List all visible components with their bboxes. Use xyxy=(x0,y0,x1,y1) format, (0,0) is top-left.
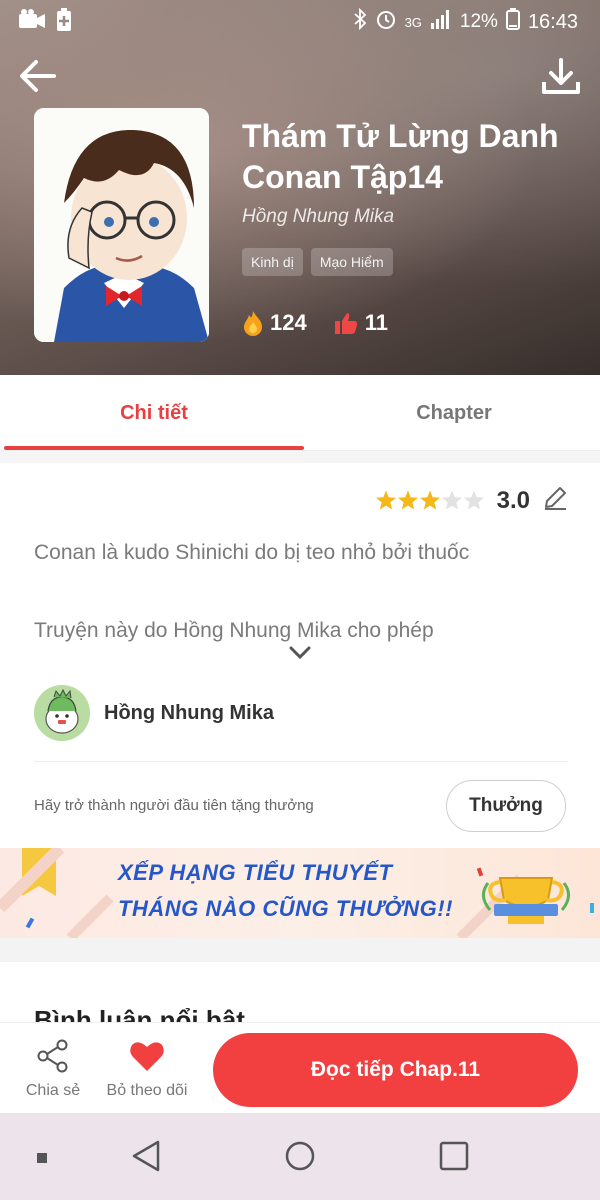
share-label: Chia sẻ xyxy=(25,1082,81,1099)
divider xyxy=(34,761,568,762)
book-title: Thám Tử Lừng Danh Conan Tập14 xyxy=(242,118,559,195)
battery-level: 12% xyxy=(459,11,498,32)
star-empty-icon[interactable] xyxy=(463,490,484,509)
nav-dot-icon xyxy=(36,1151,48,1169)
star-empty-icon[interactable] xyxy=(441,490,462,509)
tab-detail[interactable]: Chi tiết xyxy=(4,375,304,451)
avatar[interactable] xyxy=(34,685,90,741)
star-rating[interactable] xyxy=(375,489,485,513)
uploader-row[interactable]: Hồng Nhung Mika xyxy=(34,685,274,741)
description-line: Conan là kudo Shinichi do bị teo nhỏ bởi… xyxy=(34,541,470,564)
battery-icon xyxy=(505,8,520,36)
reward-button[interactable]: Thưởng xyxy=(446,780,566,832)
camera-icon xyxy=(18,8,46,37)
edit-icon[interactable] xyxy=(542,485,568,516)
fire-icon xyxy=(244,311,262,336)
banner-subtitle: THÁNG NÀO CŨNG THƯỞNG!! xyxy=(118,896,453,921)
book-stats: 124 11 xyxy=(242,310,388,336)
rating[interactable]: 3.0 xyxy=(375,485,568,516)
status-bar: 3G 12% 16:43 xyxy=(0,0,600,40)
nav-recents-icon[interactable] xyxy=(438,1139,470,1178)
heart-icon xyxy=(130,1042,164,1071)
nav-back-icon[interactable] xyxy=(130,1139,162,1178)
uploader-name[interactable]: Hồng Nhung Mika xyxy=(104,702,274,725)
continue-reading-button[interactable]: Đọc tiếp Chap.11 xyxy=(213,1033,578,1107)
arrow-left-icon xyxy=(20,60,56,92)
bottom-action-bar: Chia sẻ Bỏ theo dõi Đọc tiếp Chap.11 xyxy=(0,1022,600,1114)
alarm-icon xyxy=(375,8,397,36)
download-button[interactable] xyxy=(540,56,582,98)
star-filled-icon[interactable] xyxy=(397,490,418,509)
section-divider xyxy=(0,938,600,962)
section-divider xyxy=(0,451,600,463)
network-type: 3G xyxy=(404,14,422,30)
unfollow-label: Bỏ theo dõi xyxy=(106,1082,188,1099)
share-button[interactable]: Chia sẻ xyxy=(22,1039,84,1100)
banner-title: XẾP HẠNG TIỂU THUYẾT xyxy=(118,860,393,885)
ranking-banner[interactable]: XẾP HẠNG TIỂU THUYẾT THÁNG NÀO CŨNG THƯỞ… xyxy=(0,848,600,938)
rating-value: 3.0 xyxy=(496,486,530,514)
bluetooth-icon xyxy=(353,7,367,36)
nav-home-icon[interactable] xyxy=(284,1139,316,1178)
book-cover[interactable] xyxy=(34,108,209,342)
active-tab-indicator xyxy=(4,446,304,450)
tab-bar: Chi tiết Chapter xyxy=(0,375,600,451)
star-filled-icon[interactable] xyxy=(419,490,440,509)
unfollow-button[interactable]: Bỏ theo dõi xyxy=(100,1039,194,1100)
star-filled-icon[interactable] xyxy=(375,490,396,509)
share-icon xyxy=(37,1039,68,1073)
signal-icon xyxy=(430,9,452,35)
genre-tag[interactable]: Mạo Hiểm xyxy=(310,248,393,276)
trophy-icon xyxy=(482,877,570,924)
book-header: 3G 12% 16:43 Thám Tử Lừng Danh Conan Tập… xyxy=(0,0,600,375)
description-line: Truyện này do Hồng Nhung Mika cho phép xyxy=(34,619,434,642)
thumbs-up-icon xyxy=(334,313,357,334)
likes-count: 11 xyxy=(364,310,388,335)
views-count: 124 xyxy=(270,310,307,335)
clock: 16:43 xyxy=(527,10,578,33)
likes-stat: 11 xyxy=(333,310,388,336)
views-stat: 124 xyxy=(242,310,307,336)
download-icon xyxy=(542,58,580,94)
reward-prompt: Hãy trở thành người đầu tiên tặng thưởng xyxy=(34,797,314,814)
genre-tag[interactable]: Kinh dị xyxy=(242,248,303,276)
back-button[interactable] xyxy=(16,54,60,98)
tab-chapter[interactable]: Chapter xyxy=(304,375,600,451)
genre-tags: Kinh dị Mạo Hiểm xyxy=(242,248,393,276)
chevron-down-icon[interactable] xyxy=(289,646,311,665)
system-nav-bar xyxy=(0,1113,600,1200)
book-author[interactable]: Hồng Nhung Mika xyxy=(242,206,394,228)
battery-saver-icon xyxy=(56,8,72,37)
